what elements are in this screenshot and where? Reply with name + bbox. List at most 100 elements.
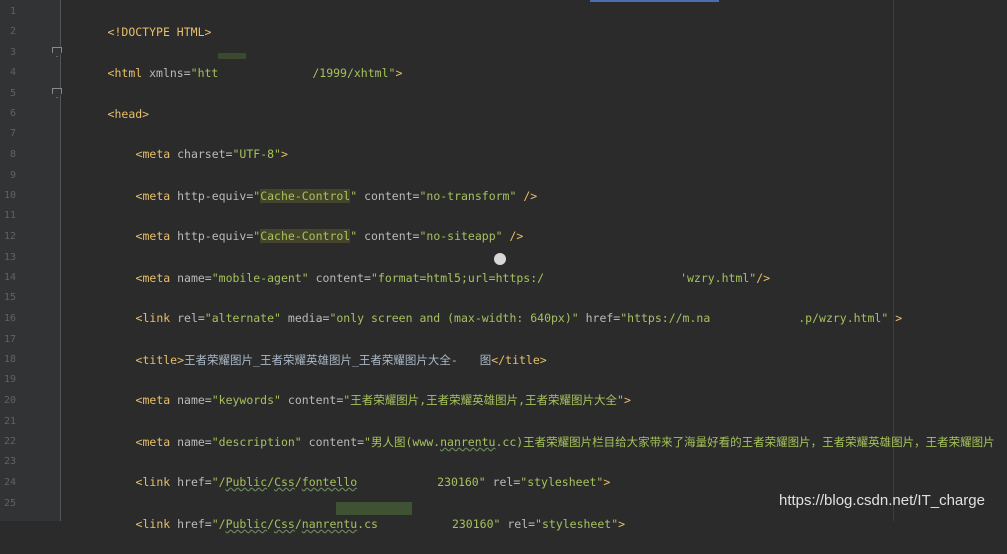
http-equiv-value-highlighted: Cache-Control — [260, 229, 351, 243]
html-open-tag: <html — [107, 66, 143, 80]
name-value: "mobile-agent" — [211, 271, 309, 285]
title-close-tag: </title> — [491, 353, 547, 367]
charset-value: "UTF-8" — [232, 147, 281, 161]
redaction-mark — [336, 502, 412, 515]
rel-value: "stylesheet" — [535, 517, 619, 531]
href-value-start: "/ — [211, 475, 226, 489]
code-line-7[interactable]: <meta charset="UTF-8"> — [0, 124, 1007, 161]
line-number: 16 — [3, 313, 16, 324]
link-close-bracket: > — [603, 475, 611, 489]
charset-attr: charset= — [170, 147, 233, 161]
doctype-close-bracket: > — [204, 25, 212, 39]
href-path-public: Public — [225, 475, 268, 489]
href-path-file: fontello — [301, 475, 358, 489]
line-number: 24 — [3, 477, 16, 488]
href-value-start: "/ — [211, 517, 226, 531]
content-value: "no-transform" — [419, 189, 517, 203]
rel-value: "alternate" — [204, 311, 281, 325]
http-equiv-value-highlighted: Cache-Control — [260, 189, 351, 203]
code-editor[interactable]: 1 2 3 4 5 6 7 8 9 10 11 12 13 14 15 16 17 18 19 20 21 22 23 24 2… — [0, 0, 1007, 531]
href-path-css: Css — [274, 517, 295, 531]
link-open-tag: <link — [135, 475, 171, 489]
path-separator: / — [294, 517, 302, 531]
href-path-ext: .cs — [357, 517, 378, 531]
meta-open-tag: <meta — [135, 189, 171, 203]
meta-self-close: /> — [756, 271, 771, 285]
line-number: 12 — [3, 231, 16, 242]
rel-attr: rel= — [485, 475, 521, 489]
code-line-5[interactable]: <head> — [0, 84, 1007, 121]
content-value-start: "format=html5;url=https:/ — [370, 271, 545, 285]
code-line-9[interactable]: <meta http-equiv="Cache-Control" content… — [0, 166, 1007, 203]
href-path-public: Public — [225, 517, 268, 531]
href-value-end: 230160" — [437, 475, 486, 489]
line-number: 4 — [9, 67, 16, 78]
content-attr: content= — [357, 229, 420, 243]
name-attr: name= — [170, 393, 212, 407]
line-number: 8 — [9, 149, 16, 160]
link-open-tag: <link — [135, 517, 171, 531]
line-number: 18 — [3, 354, 16, 365]
meta-self-close: /> — [516, 189, 538, 203]
code-line-23[interactable]: <link href="/Public/Css/fontello 230160" … — [0, 452, 1007, 489]
line-number: 6 — [9, 108, 16, 119]
http-equiv-attr: http-equiv= — [170, 189, 254, 203]
link-open-tag: <link — [135, 311, 171, 325]
xmlns-value-end: /1999/xhtml" — [312, 66, 396, 80]
meta-open-tag: <meta — [135, 393, 171, 407]
fold-marker-icon[interactable] — [52, 88, 62, 98]
meta-self-close: /> — [502, 229, 524, 243]
code-line-15[interactable]: <link rel="alternate" media="only screen… — [0, 288, 1007, 325]
head-open-tag: <head> — [107, 107, 150, 121]
content-value: "no-siteapp" — [419, 229, 503, 243]
fold-marker-icon[interactable] — [52, 47, 62, 57]
xmlns-attr: xmlns= — [142, 66, 191, 80]
content-value-end: .cc)王者荣耀图片栏目给大家带来了海量好看的王者荣耀图片，王者荣耀英雄图片，王… — [495, 435, 995, 449]
name-attr: name= — [170, 435, 212, 449]
redaction-blob — [494, 253, 506, 265]
html-close-bracket: > — [395, 66, 403, 80]
path-separator: / — [294, 475, 302, 489]
content-value-start: "男人图(www. — [364, 435, 441, 449]
line-number: 2 — [9, 26, 16, 37]
code-line-17[interactable]: <title>王者荣耀图片_王者荣耀英雄图片_王者荣耀图片大全- 图</title… — [0, 330, 1007, 367]
meta-open-tag: <meta — [135, 147, 171, 161]
href-value-end: 230160" — [451, 517, 501, 531]
code-line-3[interactable]: <html xmlns="htt/1999/xhtml"> — [0, 43, 1007, 80]
link-close-bracket: > — [888, 311, 903, 325]
xmlns-value-start: "htt — [190, 66, 219, 80]
name-attr: name= — [170, 271, 212, 285]
line-number: 14 — [3, 272, 16, 283]
meta-open-tag: <meta — [135, 271, 171, 285]
watermark-text: https://blog.csdn.net/IT_charge — [779, 492, 985, 509]
code-line-1[interactable]: <!DOCTYPE HTML> — [0, 2, 1007, 39]
href-path-file: nanrentu — [301, 517, 358, 531]
redaction-mark — [218, 53, 246, 59]
media-value: "only screen and (max-width: 640px)" — [329, 311, 579, 325]
content-value: "王者荣耀图片,王者荣耀英雄图片,王者荣耀图片大全" — [343, 393, 624, 407]
media-attr: media= — [280, 311, 330, 325]
code-line-19[interactable]: <meta name="keywords" content="王者荣耀图片,王者… — [0, 370, 1007, 407]
line-number: 22 — [3, 436, 16, 447]
code-line-11[interactable]: <meta http-equiv="Cache-Control" content… — [0, 206, 1007, 243]
meta-open-tag: <meta — [135, 435, 171, 449]
content-attr: content= — [308, 271, 371, 285]
code-line-13[interactable]: <meta name="mobile-agent" content="forma… — [0, 248, 1007, 285]
link-close-bracket: > — [618, 517, 626, 531]
href-path-css: Css — [274, 475, 295, 489]
code-line-21[interactable]: <meta name="description" content="男人图(ww… — [0, 412, 1007, 449]
http-equiv-attr: http-equiv= — [170, 229, 254, 243]
name-value: "keywords" — [211, 393, 281, 407]
href-attr: href= — [170, 475, 212, 489]
rel-value: "stylesheet" — [520, 475, 604, 489]
line-number: 20 — [3, 395, 16, 406]
doctype-text: !DOCTYPE HTML — [114, 25, 205, 39]
rel-attr: rel= — [170, 311, 205, 325]
name-value: "description" — [211, 435, 302, 449]
title-text-end: 图 — [479, 353, 492, 367]
meta-close-bracket: > — [623, 393, 631, 407]
content-value-underlined: nanrentu — [440, 435, 496, 449]
meta-close-bracket: > — [280, 147, 288, 161]
content-attr: content= — [357, 189, 420, 203]
rel-attr: rel= — [500, 517, 536, 531]
